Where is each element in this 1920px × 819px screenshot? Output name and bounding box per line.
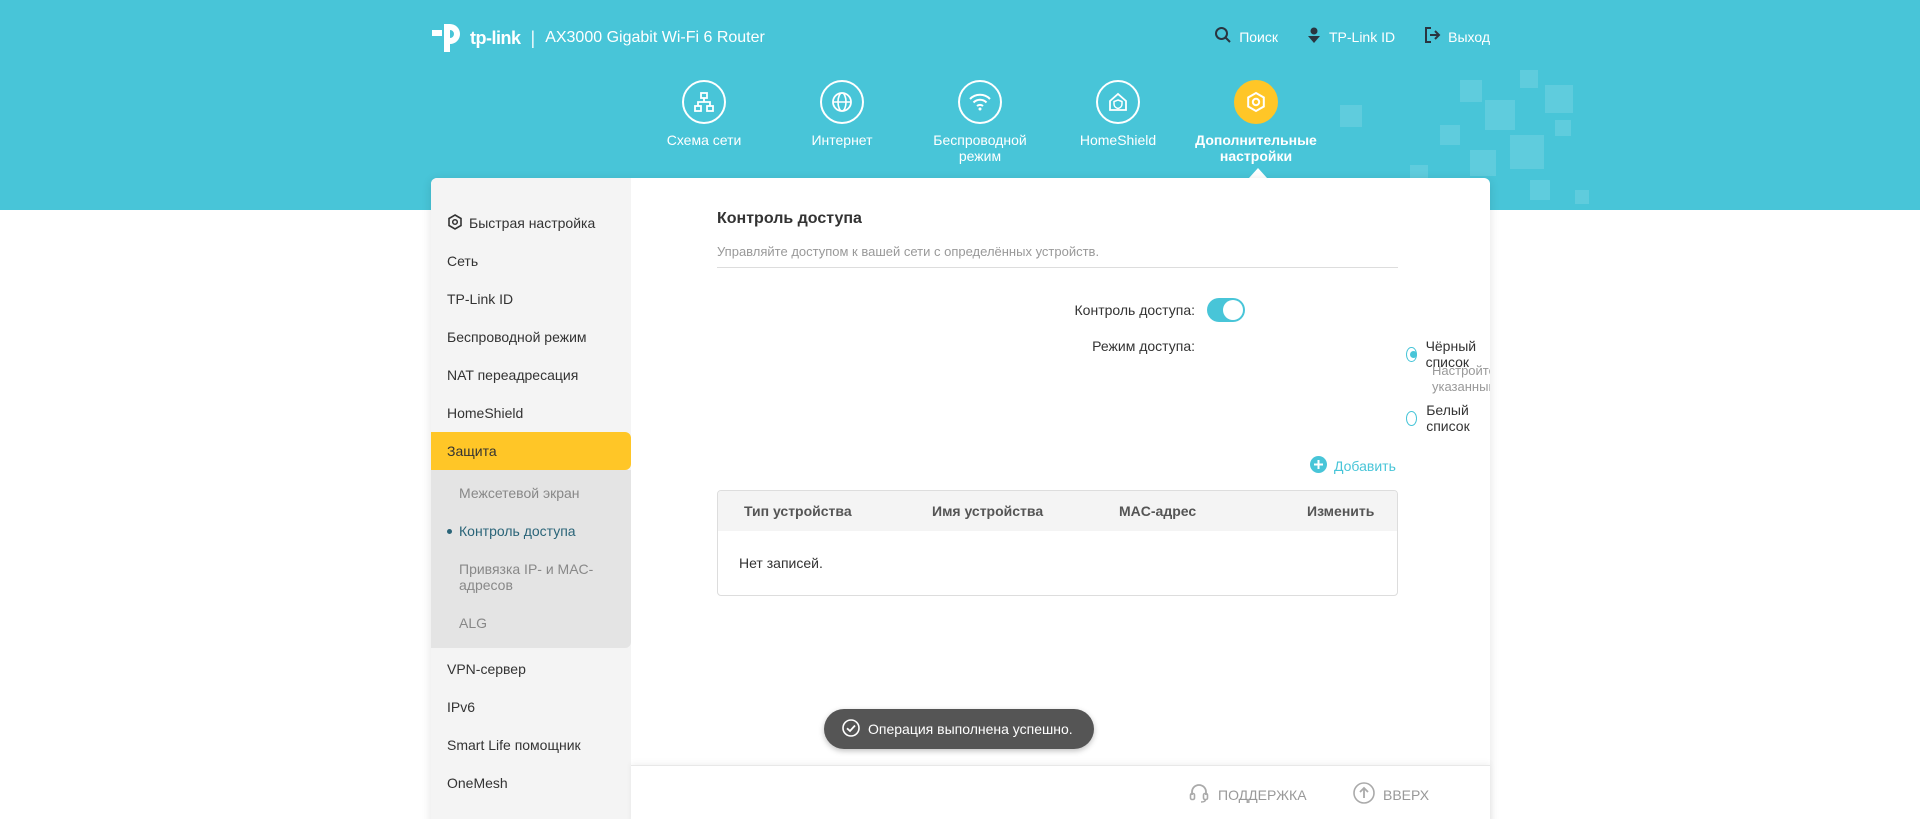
sidebar-item-label: IPv6 bbox=[447, 699, 476, 715]
sidebar-item-vpn[interactable]: VPN-сервер bbox=[431, 650, 631, 688]
table-header: Тип устройства Имя устройства MAC-адрес … bbox=[718, 491, 1397, 531]
table-empty-row: Нет записей. bbox=[739, 555, 823, 571]
page-description: Управляйте доступом к вашей сети с опред… bbox=[717, 244, 1398, 268]
sidebar-item-label: Smart Life помощник bbox=[447, 737, 581, 753]
sidebar-item-label: NAT переадресация bbox=[447, 367, 579, 383]
device-table: Тип устройства Имя устройства MAC-адрес … bbox=[717, 490, 1398, 596]
submenu-item-access-control[interactable]: Контроль доступа bbox=[431, 512, 631, 550]
nav-wireless-label: Беспроводной режим bbox=[933, 132, 1027, 164]
tplink-id-icon bbox=[1306, 26, 1322, 47]
nav-internet-label: Интернет bbox=[811, 132, 873, 148]
toggle-knob bbox=[1223, 300, 1243, 320]
network-map-icon bbox=[682, 80, 726, 124]
tplink-id-link[interactable]: TP-Link ID bbox=[1306, 26, 1395, 47]
column-header-mac: MAC-адрес bbox=[1119, 503, 1197, 519]
sidebar-item-label: HomeShield bbox=[447, 405, 524, 421]
logout-label: Выход bbox=[1448, 28, 1490, 45]
quick-setup-gear-icon bbox=[447, 213, 463, 233]
nav-active-caret bbox=[1249, 168, 1267, 178]
logo-text: tp-link bbox=[470, 27, 521, 48]
sidebar-item-tplink-id[interactable]: TP-Link ID bbox=[431, 280, 631, 318]
sidebar-item-label: Беспроводной режим bbox=[447, 329, 587, 345]
back-to-top-label: ВВЕРХ bbox=[1383, 786, 1430, 803]
support-label: ПОДДЕРЖКА bbox=[1218, 786, 1307, 803]
whitelist-radio[interactable] bbox=[1406, 410, 1418, 426]
access-mode-label: Режим доступа: bbox=[1092, 338, 1195, 354]
sidebar-item-nat[interactable]: NAT переадресация bbox=[431, 356, 631, 394]
submenu-item-label: Межсетевой экран bbox=[459, 485, 580, 501]
homeshield-icon bbox=[1096, 80, 1140, 124]
column-header-edit: Изменить bbox=[1307, 503, 1375, 519]
wifi-icon bbox=[958, 80, 1002, 124]
tp-link-logo: tp-link | AX3000 Gigabit Wi-Fi 6 Router bbox=[430, 18, 765, 58]
gear-icon bbox=[1234, 80, 1278, 124]
column-header-device-name: Имя устройства bbox=[932, 503, 1044, 519]
support-link[interactable]: ПОДДЕРЖКА bbox=[1188, 782, 1307, 807]
sidebar-item-label: Защита bbox=[447, 443, 497, 459]
sidebar-item-label: Быстрая настройка bbox=[469, 215, 596, 231]
sidebar-item-smart-life[interactable]: Smart Life помощник bbox=[431, 726, 631, 764]
tp-link-logo-icon bbox=[430, 20, 466, 56]
access-control-label: Контроль доступа: bbox=[1074, 302, 1195, 318]
sidebar-item-security[interactable]: Защита bbox=[431, 432, 631, 470]
access-control-toggle[interactable] bbox=[1207, 298, 1245, 322]
nav-homeshield[interactable]: HomeShield bbox=[1049, 80, 1187, 164]
security-submenu: Межсетевой экран Контроль доступа Привяз… bbox=[431, 470, 631, 648]
footer-bar: ПОДДЕРЖКА ВВЕРХ bbox=[631, 765, 1490, 819]
sidebar-item-label: OneMesh bbox=[447, 775, 508, 791]
router-model: AX3000 Gigabit Wi-Fi 6 Router bbox=[545, 29, 765, 46]
submenu-item-label: ALG bbox=[459, 615, 488, 631]
internet-globe-icon bbox=[820, 80, 864, 124]
search-link[interactable]: Поиск bbox=[1214, 26, 1278, 47]
check-circle-icon bbox=[842, 718, 860, 740]
sidebar-item-label: TP-Link ID bbox=[447, 291, 514, 307]
sidebar-item-quick-setup[interactable]: Быстрая настройка bbox=[431, 204, 631, 242]
sidebar: Быстрая настройка Сеть TP-Link ID Беспро… bbox=[431, 178, 631, 819]
add-button[interactable]: Добавить bbox=[1310, 456, 1396, 476]
sidebar-item-label: Сеть bbox=[447, 253, 479, 269]
submenu-item-label: Привязка IP- и MAC-адресов bbox=[459, 561, 594, 593]
nav-internet[interactable]: Интернет bbox=[773, 80, 911, 164]
whitelist-option[interactable]: Белый список bbox=[1406, 402, 1490, 434]
toast-text: Операция выполнена успешно. bbox=[868, 721, 1073, 737]
logout-link[interactable]: Выход bbox=[1423, 26, 1490, 47]
nav-network-map[interactable]: Схема сети bbox=[635, 80, 773, 164]
nav-advanced-label: Дополнительные настройки bbox=[1195, 132, 1317, 164]
column-header-device-type: Тип устройства bbox=[744, 503, 852, 519]
back-to-top-link[interactable]: ВВЕРХ bbox=[1353, 782, 1429, 807]
headset-icon bbox=[1188, 782, 1210, 807]
submenu-item-ip-mac-binding[interactable]: Привязка IP- и MAC-адресов bbox=[431, 550, 631, 604]
add-circle-icon bbox=[1310, 456, 1327, 476]
search-icon bbox=[1214, 26, 1232, 47]
add-button-label: Добавить bbox=[1334, 458, 1396, 474]
nav-advanced[interactable]: Дополнительные настройки bbox=[1187, 80, 1325, 178]
submenu-item-label: Контроль доступа bbox=[459, 523, 576, 539]
blacklist-hint: Настройте черный список, чтобы блокирова… bbox=[1432, 363, 1490, 394]
page-title: Контроль доступа bbox=[717, 210, 862, 227]
sidebar-item-wireless[interactable]: Беспроводной режим bbox=[431, 318, 631, 356]
submenu-item-firewall[interactable]: Межсетевой экран bbox=[431, 474, 631, 512]
success-toast: Операция выполнена успешно. bbox=[824, 709, 1094, 749]
blacklist-radio[interactable] bbox=[1406, 346, 1417, 362]
sidebar-item-label: VPN-сервер bbox=[447, 661, 526, 677]
access-control-row: Контроль доступа: bbox=[995, 298, 1245, 322]
whitelist-label: Белый список bbox=[1426, 402, 1470, 434]
sidebar-item-homeshield[interactable]: HomeShield bbox=[431, 394, 631, 432]
nav-homeshield-label: HomeShield bbox=[1079, 132, 1157, 148]
sidebar-item-ipv6[interactable]: IPv6 bbox=[431, 688, 631, 726]
nav-wireless[interactable]: Беспроводной режим bbox=[911, 80, 1049, 164]
access-mode-row: Режим доступа: bbox=[995, 338, 1195, 354]
main-nav: Схема сети Интернет Беспроводной режим H… bbox=[635, 80, 1325, 178]
logout-icon bbox=[1423, 26, 1441, 47]
logo-separator: | bbox=[530, 27, 536, 48]
tplink-id-label: TP-Link ID bbox=[1328, 28, 1396, 45]
nav-network-map-label: Схема сети bbox=[666, 132, 742, 148]
content-area: Контроль доступа Управляйте доступом к в… bbox=[717, 210, 1398, 268]
submenu-item-alg[interactable]: ALG bbox=[431, 604, 631, 642]
sidebar-item-network[interactable]: Сеть bbox=[431, 242, 631, 280]
sidebar-item-onemesh[interactable]: OneMesh bbox=[431, 764, 631, 802]
search-link-label: Поиск bbox=[1239, 28, 1278, 45]
arrow-up-circle-icon bbox=[1353, 782, 1375, 807]
top-links: Поиск TP-Link ID Выход bbox=[1214, 26, 1490, 47]
